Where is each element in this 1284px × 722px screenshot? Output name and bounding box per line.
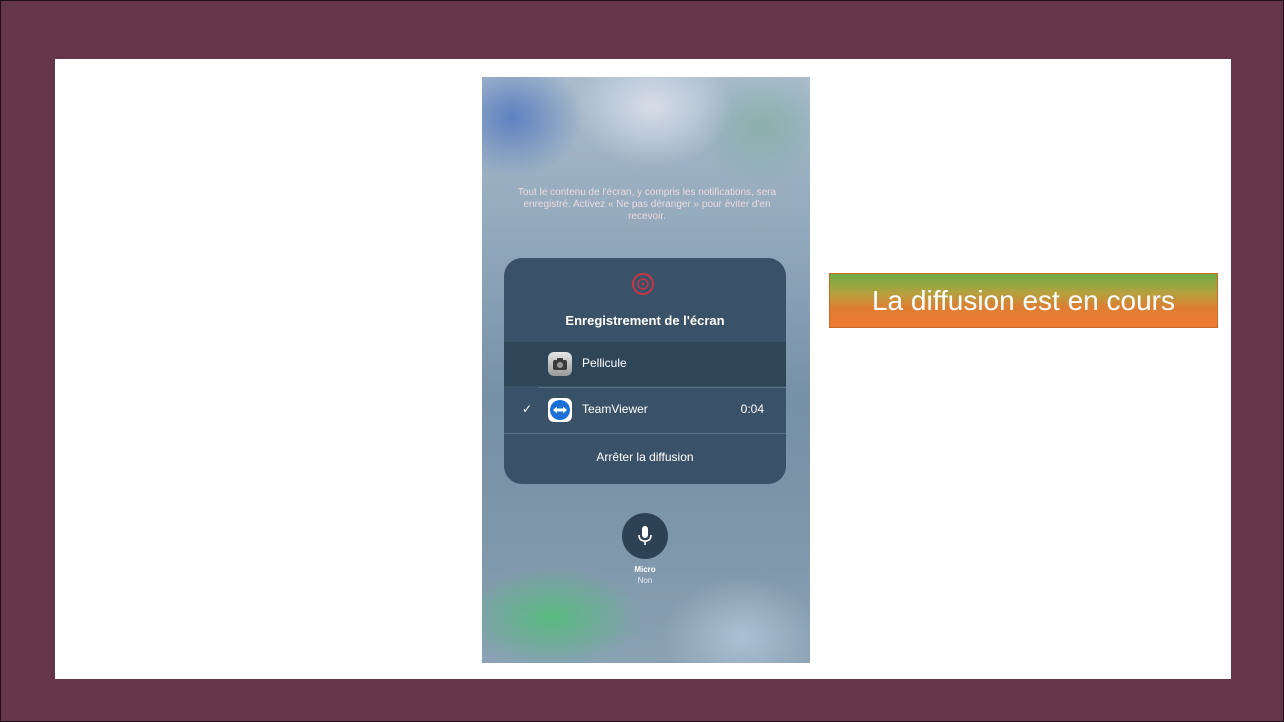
divider [504,433,786,434]
caption-banner: La diffusion est en cours [829,273,1218,328]
teamviewer-icon [548,398,572,422]
recording-timer: 0:04 [740,402,764,416]
option-teamviewer[interactable]: ✓ TeamViewer 0:04 [504,388,786,432]
microphone-label: Micro [634,565,656,574]
option-pellicule[interactable]: Pellicule [504,342,786,386]
microphone-icon [638,526,652,545]
phone-screenshot: Tout le contenu de l'écran, y compris le… [482,77,810,663]
microphone-status: Non [637,576,653,585]
option-label: Pellicule [582,356,627,370]
recording-notice: Tout le contenu de l'écran, y compris le… [517,187,777,222]
record-icon [632,273,654,295]
slide-frame: Tout le contenu de l'écran, y compris le… [0,0,1284,722]
stop-broadcast-button[interactable]: Arrêter la diffusion [504,450,786,464]
checkmark-icon: ✓ [522,402,533,416]
microphone-button[interactable] [622,513,668,559]
option-label: TeamViewer [582,402,648,416]
screen-recording-panel: Enregistrement de l'écran Pellicule ✓ Te… [504,258,786,484]
camera-icon [548,352,572,376]
panel-title: Enregistrement de l'écran [565,313,725,328]
